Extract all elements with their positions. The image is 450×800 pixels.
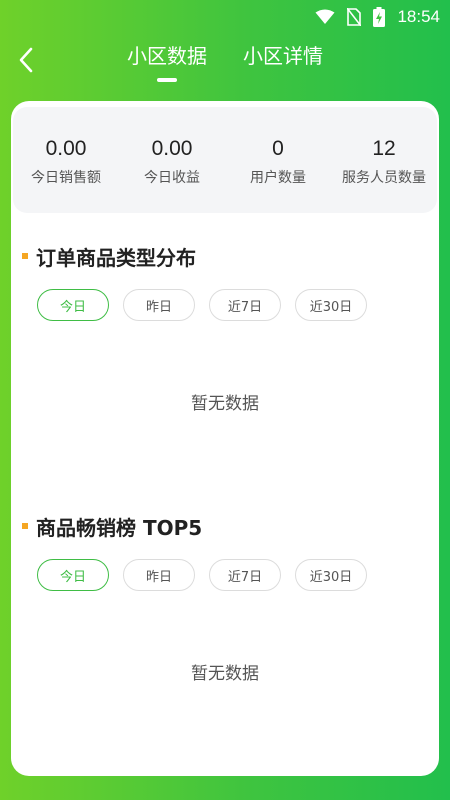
stat-label: 服务人员数量 <box>342 170 426 186</box>
battery-charging-icon <box>373 7 386 27</box>
filter-last-30-days[interactable]: 近30日 <box>295 289 367 321</box>
tab-community-details[interactable]: 小区详情 <box>243 34 323 78</box>
filter-yesterday[interactable]: 昨日 <box>123 559 195 591</box>
section-marker <box>22 253 28 259</box>
tab-bar: 小区数据 小区详情 <box>0 34 450 78</box>
stat-value: 12 <box>372 137 396 160</box>
stat-sales-today: 0.00 今日销售额 <box>13 107 119 213</box>
filter-last-7-days[interactable]: 近7日 <box>209 559 281 591</box>
no-sim-icon <box>347 8 362 26</box>
stat-label: 用户数量 <box>250 170 306 186</box>
wifi-icon <box>315 9 335 25</box>
section-title: 商品畅销榜 TOP5 <box>36 515 203 540</box>
section-marker <box>22 523 28 529</box>
filter-yesterday[interactable]: 昨日 <box>123 289 195 321</box>
stat-user-count: 0 用户数量 <box>225 107 331 213</box>
filter-today[interactable]: 今日 <box>37 289 109 321</box>
filter-today[interactable]: 今日 <box>37 559 109 591</box>
stat-income-today: 0.00 今日收益 <box>119 107 225 213</box>
tab-community-data[interactable]: 小区数据 <box>127 34 207 78</box>
status-time: 18:54 <box>397 7 440 26</box>
top-products-section: 商品畅销榜 TOP5 今日 昨日 近7日 近30日 暂无数据 <box>11 511 439 684</box>
stat-label: 今日销售额 <box>31 170 101 186</box>
empty-state-text: 暂无数据 <box>191 664 259 684</box>
stat-value: 0 <box>272 137 284 160</box>
empty-state-text: 暂无数据 <box>191 394 259 414</box>
filter-last-7-days[interactable]: 近7日 <box>209 289 281 321</box>
section-header: 订单商品类型分布 <box>11 241 439 271</box>
status-bar: 18:54 <box>0 0 450 34</box>
section-title: 订单商品类型分布 <box>36 245 196 270</box>
stat-label: 今日收益 <box>144 170 200 186</box>
stat-value: 0.00 <box>45 137 87 160</box>
date-filter-group: 今日 昨日 近7日 近30日 <box>11 289 439 321</box>
order-category-section: 订单商品类型分布 今日 昨日 近7日 近30日 暂无数据 <box>11 241 439 414</box>
stats-panel: 0.00 今日销售额 0.00 今日收益 0 用户数量 12 服务人员数量 <box>13 107 437 213</box>
stat-staff-count: 12 服务人员数量 <box>331 107 437 213</box>
nav-bar: 小区数据 小区详情 <box>0 34 450 98</box>
status-icons: 18:54 <box>315 0 450 34</box>
date-filter-group: 今日 昨日 近7日 近30日 <box>11 559 439 591</box>
section-header: 商品畅销榜 TOP5 <box>11 511 439 541</box>
content-card: 0.00 今日销售额 0.00 今日收益 0 用户数量 12 服务人员数量 订单… <box>11 101 439 776</box>
filter-last-30-days[interactable]: 近30日 <box>295 559 367 591</box>
stat-value: 0.00 <box>151 137 193 160</box>
